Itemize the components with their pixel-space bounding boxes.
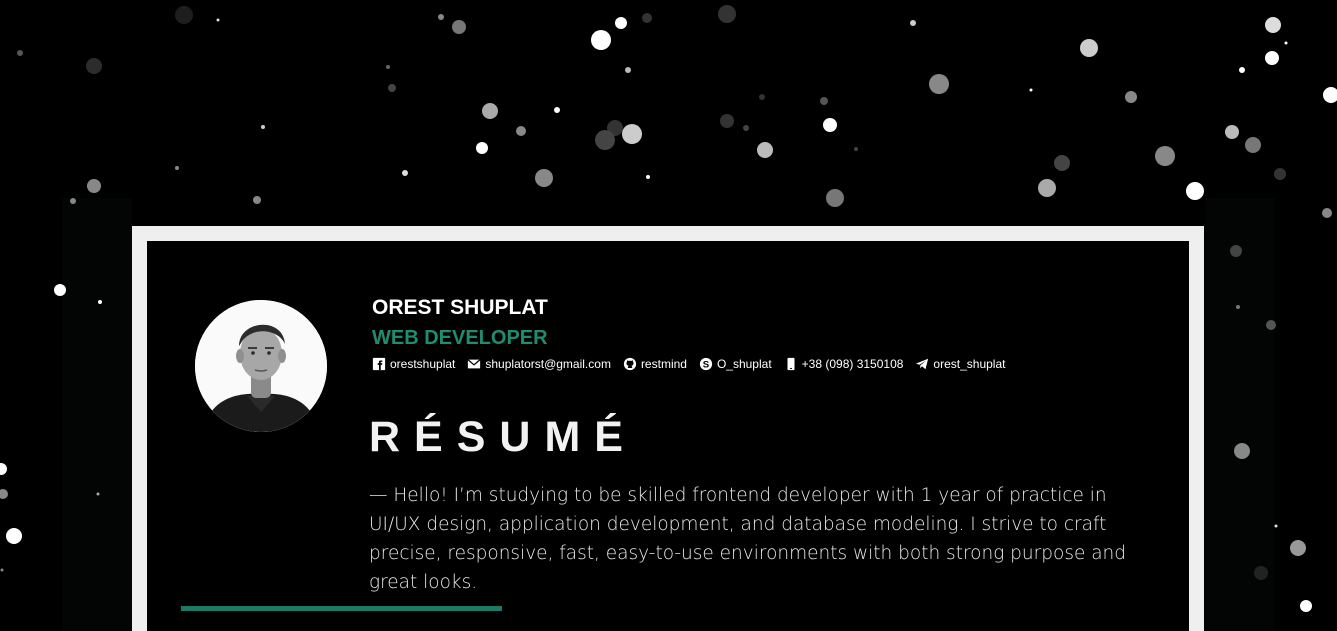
- particle-dot: [1080, 39, 1098, 57]
- particle-dot: [1155, 146, 1175, 166]
- contact-telegram[interactable]: orest_shuplat: [915, 357, 1005, 371]
- particle-dot: [0, 463, 7, 475]
- particle-dot: [388, 84, 396, 92]
- particle-dot: [1234, 443, 1250, 459]
- particle-dot: [253, 196, 261, 204]
- particle-dot: [175, 166, 179, 170]
- particle-dot: [642, 13, 652, 23]
- contact-facebook[interactable]: orestshuplat: [372, 357, 455, 371]
- particle-dot: [6, 528, 22, 544]
- resume-heading: RÉSUMÉ: [369, 413, 637, 461]
- particle-dot: [261, 125, 265, 129]
- particle-dot: [823, 118, 837, 132]
- portrait-image: [195, 300, 327, 432]
- particle-dot: [1236, 305, 1240, 309]
- particle-dot: [17, 50, 23, 56]
- particle-dot: [1230, 245, 1242, 257]
- particle-dot: [615, 17, 627, 29]
- particle-dot: [1323, 87, 1337, 103]
- particle-dot: [1029, 88, 1033, 92]
- particle-dot: [1054, 155, 1070, 171]
- avatar: [195, 300, 327, 432]
- profile-name: OREST SHUPLAT: [372, 296, 548, 319]
- particle-dot: [625, 67, 631, 73]
- particle-dot: [1265, 51, 1279, 65]
- particle-dot: [910, 20, 916, 26]
- particle-dot: [1254, 566, 1268, 580]
- particle-dot: [87, 179, 101, 193]
- particle-dot: [820, 97, 828, 105]
- intro-paragraph: — Hello! I’m studying to be skilled fron…: [369, 485, 1127, 593]
- particle-dot: [0, 489, 8, 499]
- particle-dot: [646, 175, 650, 179]
- particle-dot: [1186, 182, 1204, 200]
- contact-email[interactable]: shuplatorst@gmail.com: [467, 357, 611, 371]
- particle-dot: [1300, 600, 1312, 612]
- particle-dot: [595, 130, 615, 150]
- particle-dot: [1038, 179, 1056, 197]
- particle-dot: [1265, 17, 1281, 33]
- particle-dot: [438, 14, 444, 20]
- particle-dot: [929, 74, 949, 94]
- particle-dot: [554, 107, 560, 113]
- particle-dot: [535, 169, 553, 187]
- particle-dot: [1125, 91, 1137, 103]
- particle-dot: [743, 125, 749, 131]
- contact-facebook-label: orestshuplat: [390, 357, 456, 371]
- particle-dot: [482, 103, 498, 119]
- particle-dot: [622, 124, 642, 144]
- email-icon: [467, 359, 481, 369]
- particle-dot: [1274, 524, 1278, 528]
- particle-dot: [1245, 137, 1261, 153]
- contact-github-label: restmind: [640, 357, 687, 371]
- particle-dot: [476, 142, 488, 154]
- particle-dot: [759, 94, 765, 100]
- resume-card: OREST SHUPLAT WEB DEVELOPER orestshuplat…: [147, 241, 1189, 631]
- contact-telegram-label: orest_shuplat: [933, 357, 1006, 371]
- particle-dot: [54, 284, 66, 296]
- particle-dot: [591, 30, 611, 50]
- contact-phone[interactable]: +38 (098) 3150108: [784, 357, 904, 371]
- contact-phone-label: +38 (098) 3150108: [801, 357, 904, 371]
- svg-text:S: S: [703, 359, 710, 370]
- particle-dot: [96, 492, 100, 496]
- particle-dot: [854, 147, 858, 151]
- particle-dot: [0, 568, 4, 572]
- particle-dot: [757, 142, 773, 158]
- contact-skype[interactable]: S O_shuplat: [699, 357, 772, 371]
- particle-dot: [1284, 41, 1288, 45]
- particle-dot: [516, 126, 526, 136]
- particle-dot: [402, 170, 408, 176]
- particle-dot: [720, 114, 734, 128]
- particle-dot: [826, 189, 844, 207]
- facebook-icon: [372, 357, 386, 371]
- contacts-bar: orestshuplat shuplatorst@gmail.com restm…: [372, 357, 1017, 371]
- contact-github[interactable]: restmind: [623, 357, 687, 371]
- particle-dot: [1225, 125, 1239, 139]
- particle-dot: [98, 300, 102, 304]
- particle-dot: [1239, 67, 1245, 73]
- profile-role: WEB DEVELOPER: [372, 327, 548, 349]
- particle-dot: [1322, 208, 1332, 218]
- accent-divider: [181, 606, 502, 611]
- particle-dot: [1266, 320, 1276, 330]
- telegram-icon: [916, 358, 929, 370]
- page: OREST SHUPLAT WEB DEVELOPER orestshuplat…: [0, 0, 1337, 631]
- particle-dot: [70, 198, 76, 204]
- skype-icon: S: [699, 357, 713, 370]
- particle-dot: [216, 18, 220, 22]
- contact-skype-label: O_shuplat: [716, 357, 772, 371]
- particle-dot: [1290, 540, 1306, 556]
- particle-dot: [175, 6, 193, 24]
- contact-email-label: shuplatorst@gmail.com: [485, 357, 611, 371]
- particle-dot: [86, 58, 102, 74]
- particle-dot: [386, 65, 390, 69]
- particle-dot: [718, 5, 736, 23]
- particle-dot: [452, 20, 466, 34]
- particle-dot: [1274, 168, 1286, 180]
- github-icon: [623, 357, 637, 371]
- phone-icon: [787, 357, 795, 371]
